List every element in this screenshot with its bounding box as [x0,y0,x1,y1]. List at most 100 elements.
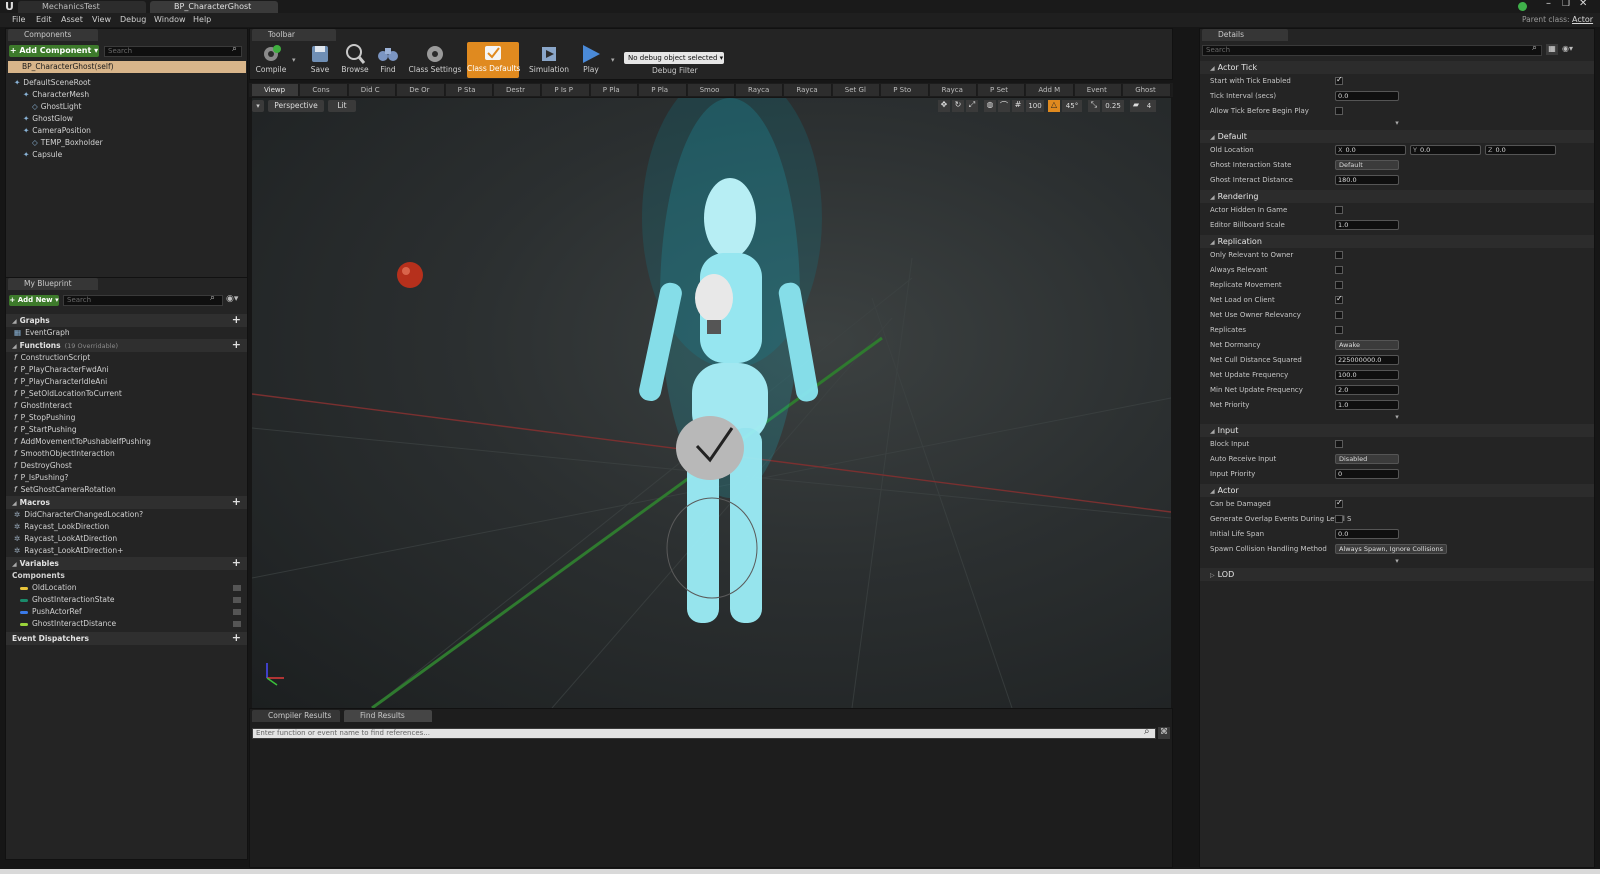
property-checkbox[interactable] [1335,311,1343,319]
menu-asset[interactable]: Asset [61,14,83,26]
property-checkbox[interactable] [1335,251,1343,259]
function-item[interactable]: f SetGhostCameraRotation [6,484,247,496]
graph-tab[interactable]: Ghost [1123,84,1171,96]
graph-tab[interactable]: P Set [978,84,1026,96]
functions-section[interactable]: ◢ Functions (19 Overridable) + [6,338,247,352]
property-checkbox[interactable] [1335,440,1343,448]
find-results-tab[interactable]: Find Results [344,710,432,722]
menu-view[interactable]: View [92,14,111,26]
property-checkbox[interactable] [1335,75,1343,85]
view-options-eye-icon[interactable]: ◉▾ [1562,44,1573,53]
macro-item[interactable]: ✲ Raycast_LookAtDirection+ [6,545,247,557]
add-plus-icon[interactable]: + [232,556,241,569]
scale-snap-icon[interactable]: ⤡ [1088,100,1100,112]
property-input[interactable]: 2.0 [1335,385,1399,395]
property-input[interactable]: 1.0 [1335,220,1399,230]
variable-item[interactable]: GhostInteractDistance [6,618,247,630]
menu-edit[interactable]: Edit [36,14,52,26]
graphs-section[interactable]: ◢ Graphs + [6,313,247,327]
graph-tab[interactable]: Cons [300,84,348,96]
variable-visibility-eye-icon[interactable] [233,609,241,615]
add-plus-icon[interactable]: + [232,313,241,326]
graph-tab[interactable]: P Is P [542,84,590,96]
component-tree-item[interactable]: ◇ GhostLight [8,101,246,113]
class-defaults-button[interactable]: Class Defaults [467,42,520,78]
macros-section[interactable]: ◢ Macros + [6,495,247,509]
graph-tab[interactable]: Set Gl [832,84,881,96]
variable-item[interactable]: GhostInteractionState [6,594,247,606]
graph-tab[interactable]: P Pla [639,84,687,96]
add-component-button[interactable]: + Add Component ▾ [9,45,99,57]
graph-tab[interactable]: P Sto [881,84,929,96]
details-section-header[interactable]: ▷ LOD [1200,568,1594,581]
simulation-button[interactable]: Simulation [526,43,572,77]
graph-tab[interactable]: Did C [348,84,397,96]
class-settings-button[interactable]: Class Settings [408,43,462,77]
self-component-item[interactable]: BP_CharacterGhost(self) [8,61,246,73]
details-section-header[interactable]: ◢ Actor [1200,484,1594,497]
component-tree-item[interactable]: ✦ CameraPosition [8,125,246,137]
component-tree-item[interactable]: ✦ Capsule [8,149,246,161]
function-item[interactable]: f P_IsPushing? [6,472,247,484]
blueprint-search-input[interactable]: Search [63,295,223,306]
translate-icon[interactable]: ✥ [938,100,950,112]
function-item[interactable]: f DestroyGhost [6,460,247,472]
details-section-header[interactable]: ◢ Actor Tick [1200,61,1594,74]
my-blueprint-tab[interactable]: My Blueprint [8,278,98,290]
compiler-results-tab[interactable]: Compiler Results [252,710,340,722]
property-select[interactable]: Awake [1335,340,1399,350]
menu-window[interactable]: Window [154,14,186,26]
graph-tab[interactable]: Rayca [784,84,832,96]
compile-options-chevron-icon[interactable]: ▾ [292,56,296,64]
variable-visibility-eye-icon[interactable] [233,621,241,627]
add-plus-icon[interactable]: + [232,495,241,508]
component-tree-item[interactable]: ◇ TEMP_Boxholder [8,137,246,149]
show-advanced-chevron-icon[interactable]: ▾ [1200,557,1594,566]
surface-snap-icon[interactable]: ⌒ [998,100,1010,112]
property-checkbox[interactable] [1335,498,1343,508]
show-advanced-chevron-icon[interactable]: ▾ [1200,413,1594,422]
unreal-logo-icon[interactable]: U [5,0,14,13]
vector-z-input[interactable]: Z 0.0 [1485,145,1556,155]
play-options-chevron-icon[interactable]: ▾ [611,56,615,64]
graph-tab[interactable]: Rayca [929,84,977,96]
variables-section[interactable]: ◢ Variables + [6,556,247,570]
macro-item[interactable]: ✲ DidCharacterChangedLocation? [6,509,247,521]
component-tree-item[interactable]: ✦ GhostGlow [8,113,246,125]
debug-object-select[interactable]: No debug object selected ▾ [624,52,724,64]
components-tab[interactable]: Components [8,29,98,41]
graph-tab[interactable]: Destr [494,84,542,96]
menu-help[interactable]: Help [193,14,211,26]
variable-visibility-eye-icon[interactable] [233,597,241,603]
details-section-header[interactable]: ◢ Input [1200,424,1594,437]
scale-icon[interactable]: ⤢ [966,100,978,112]
property-input[interactable]: 0 [1335,469,1399,479]
variable-item[interactable]: PushActorRef [6,606,247,618]
event-dispatchers-section[interactable]: Event Dispatchers + [6,631,247,645]
property-input[interactable]: 180.0 [1335,175,1399,185]
details-section-header[interactable]: ◢ Default [1200,130,1594,143]
function-item[interactable]: f P_StopPushing [6,412,247,424]
add-plus-icon[interactable]: + [232,631,241,644]
world-icon[interactable]: ◍ [984,100,996,112]
components-search-input[interactable]: Search [104,46,242,57]
graph-tab[interactable]: Rayca [736,84,784,96]
variable-visibility-eye-icon[interactable] [233,585,241,591]
property-input[interactable]: 1.0 [1335,400,1399,410]
find-references-input[interactable]: Enter function or event name to find ref… [252,728,1156,739]
property-select[interactable]: Default [1335,160,1399,170]
viewport[interactable]: ▾ Perspective Lit ✥ ↻ ⤢ ◍ ⌒ # 100 △ 45° … [252,98,1171,708]
details-section-header[interactable]: ◢ Rendering [1200,190,1594,203]
property-checkbox[interactable] [1335,281,1343,289]
menu-debug[interactable]: Debug [120,14,146,26]
parent-class-link[interactable]: Actor [1572,15,1593,24]
rotation-snap-value[interactable]: 45° [1062,100,1082,112]
property-checkbox[interactable] [1335,266,1343,274]
rotate-icon[interactable]: ↻ [952,100,964,112]
variables-components-category[interactable]: Components [6,570,247,582]
function-item[interactable]: f P_SetOldLocationToCurrent [6,388,247,400]
event-graph-item[interactable]: ▦ EventGraph [6,327,247,339]
camera-speed-icon[interactable]: ▰ [1130,100,1142,112]
graph-tab[interactable]: P Sta [445,84,493,96]
property-input[interactable]: 100.0 [1335,370,1399,380]
